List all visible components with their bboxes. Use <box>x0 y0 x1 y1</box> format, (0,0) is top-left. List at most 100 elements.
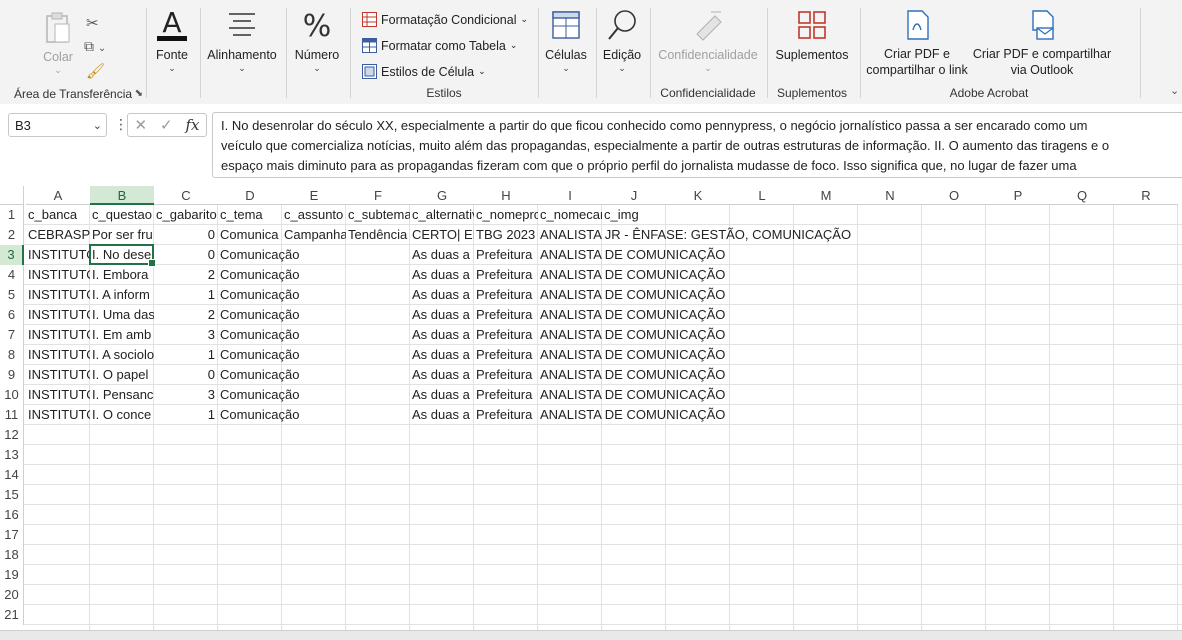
cell-b1[interactable]: c_questao <box>90 205 154 225</box>
column-header-c[interactable]: C <box>154 186 218 205</box>
dialog-launcher-icon[interactable]: ⬊ <box>135 88 143 99</box>
cell-i5[interactable]: ANALISTA DE COMUNICAÇÃO <box>538 285 1178 305</box>
cell-styles-button[interactable]: Estilos de Célula ⌄ <box>362 64 486 79</box>
cell-g4[interactable]: As duas a <box>410 265 474 285</box>
cell-c4[interactable]: 2 <box>154 265 218 285</box>
column-header-d[interactable]: D <box>218 186 282 205</box>
format-as-table-button[interactable]: Formatar como Tabela ⌄ <box>362 38 517 53</box>
cell-h6[interactable]: Prefeitura <box>474 305 538 325</box>
cell-c2[interactable]: 0 <box>154 225 218 245</box>
format-painter-icon[interactable]: 🖌 <box>86 62 105 80</box>
cell-i9[interactable]: ANALISTA DE COMUNICAÇÃO <box>538 365 1178 385</box>
cell-b8[interactable]: I. A sociolo <box>90 345 154 365</box>
cell-h1[interactable]: c_nomeprova <box>474 205 538 225</box>
column-header-g[interactable]: G <box>410 186 474 205</box>
row-header-14[interactable]: 14 <box>0 465 24 485</box>
column-header-b[interactable]: B <box>90 186 154 205</box>
column-header-p[interactable]: P <box>986 186 1050 205</box>
cell-d2[interactable]: Comunica <box>218 225 282 245</box>
select-all-button[interactable] <box>0 186 24 205</box>
active-cell-selection[interactable] <box>89 244 156 267</box>
cut-icon[interactable]: ✂ <box>86 14 99 32</box>
cell-a6[interactable]: INSTITUTO <box>26 305 90 325</box>
cell-g2[interactable]: CERTO| ERRADO <box>410 225 474 245</box>
cell-g7[interactable]: As duas a <box>410 325 474 345</box>
cell-b7[interactable]: I. Em amb <box>90 325 154 345</box>
cell-a9[interactable]: INSTITUTO <box>26 365 90 385</box>
chevron-down-icon[interactable]: ⌄ <box>93 114 102 138</box>
cell-g10[interactable]: As duas a <box>410 385 474 405</box>
cell-c6[interactable]: 2 <box>154 305 218 325</box>
cell-c11[interactable]: 1 <box>154 405 218 425</box>
cell-d1[interactable]: c_tema <box>218 205 282 225</box>
row-header-2[interactable]: 2 <box>0 225 24 245</box>
cell-a7[interactable]: INSTITUTO <box>26 325 90 345</box>
cell-f2[interactable]: Tendência <box>346 225 410 245</box>
cell-g11[interactable]: As duas a <box>410 405 474 425</box>
cell-b10[interactable]: I. Pensanc <box>90 385 154 405</box>
row-header-10[interactable]: 10 <box>0 385 24 405</box>
cell-i6[interactable]: ANALISTA DE COMUNICAÇÃO <box>538 305 1178 325</box>
sensitivity-button[interactable]: Confidencialidade ⌄ <box>656 8 760 74</box>
cell-d4[interactable]: Comunicação <box>218 265 410 285</box>
addins-button[interactable]: Suplementos <box>772 8 852 62</box>
cell-a5[interactable]: INSTITUTO <box>26 285 90 305</box>
cell-d11[interactable]: Comunicação <box>218 405 410 425</box>
cell-g6[interactable]: As duas a <box>410 305 474 325</box>
cell-i1[interactable]: c_nomecargo <box>538 205 602 225</box>
cell-c5[interactable]: 1 <box>154 285 218 305</box>
more-options-icon[interactable]: ⋮ <box>114 116 128 133</box>
column-header-r[interactable]: R <box>1114 186 1178 205</box>
editing-button[interactable]: Edição ⌄ <box>600 8 644 74</box>
cell-j1[interactable]: c_img <box>602 205 1178 225</box>
row-header-21[interactable]: 21 <box>0 605 24 625</box>
cell-d3[interactable]: Comunicação <box>218 245 410 265</box>
column-header-a[interactable]: A <box>26 186 90 205</box>
column-header-h[interactable]: H <box>474 186 538 205</box>
cell-g8[interactable]: As duas a <box>410 345 474 365</box>
row-header-7[interactable]: 7 <box>0 325 24 345</box>
insert-function-button[interactable]: fx <box>186 116 200 134</box>
cell-b4[interactable]: I. Embora <box>90 265 154 285</box>
cell-h10[interactable]: Prefeitura <box>474 385 538 405</box>
cell-f1[interactable]: c_subtema <box>346 205 410 225</box>
cell-h2[interactable]: TBG 2023 <box>474 225 538 245</box>
spreadsheet-grid[interactable]: A B C D E F G H I J K L M N O P Q R 1 c_banca c_questao c_gab… <box>0 186 1182 630</box>
cell-b9[interactable]: I. O papel <box>90 365 154 385</box>
column-header-l[interactable]: L <box>730 186 794 205</box>
column-header-f[interactable]: F <box>346 186 410 205</box>
row-header-19[interactable]: 19 <box>0 565 24 585</box>
name-box[interactable]: B3 ⌄ <box>8 113 107 137</box>
cell-a3[interactable]: INSTITUTO <box>26 245 90 265</box>
row-header-12[interactable]: 12 <box>0 425 24 445</box>
cell-d6[interactable]: Comunicação <box>218 305 410 325</box>
alignment-button[interactable]: Alinhamento ⌄ <box>206 8 278 74</box>
cell-c9[interactable]: 0 <box>154 365 218 385</box>
cell-h11[interactable]: Prefeitura <box>474 405 538 425</box>
paste-button[interactable]: Colar ⌄ <box>38 10 78 76</box>
cell-a11[interactable]: INSTITUTO <box>26 405 90 425</box>
cell-b5[interactable]: I. A inform <box>90 285 154 305</box>
cell-e2[interactable]: Campanha <box>282 225 346 245</box>
row-header-6[interactable]: 6 <box>0 305 24 325</box>
column-header-n[interactable]: N <box>858 186 922 205</box>
cell-d7[interactable]: Comunicação <box>218 325 410 345</box>
cell-i2[interactable]: ANALISTA JR - ÊNFASE: GESTÃO, COMUNICAÇÃ… <box>538 225 1178 245</box>
cells-button[interactable]: Células ⌄ <box>542 8 590 74</box>
cell-d5[interactable]: Comunicação <box>218 285 410 305</box>
row-header-17[interactable]: 17 <box>0 525 24 545</box>
cell-h4[interactable]: Prefeitura <box>474 265 538 285</box>
cell-i7[interactable]: ANALISTA DE COMUNICAÇÃO <box>538 325 1178 345</box>
cell-h3[interactable]: Prefeitura <box>474 245 538 265</box>
row-header-15[interactable]: 15 <box>0 485 24 505</box>
row-header-20[interactable]: 20 <box>0 585 24 605</box>
row-header-9[interactable]: 9 <box>0 365 24 385</box>
row-header-16[interactable]: 16 <box>0 505 24 525</box>
cell-i8[interactable]: ANALISTA DE COMUNICAÇÃO <box>538 345 1178 365</box>
cell-c1[interactable]: c_gabarito <box>154 205 218 225</box>
row-header-4[interactable]: 4 <box>0 265 24 285</box>
conditional-formatting-button[interactable]: Formatação Condicional ⌄ <box>362 12 528 27</box>
create-pdf-outlook-button[interactable]: Criar PDF e compartilhar via Outlook <box>970 8 1114 78</box>
cell-i11[interactable]: ANALISTA DE COMUNICAÇÃO <box>538 405 1178 425</box>
copy-icon[interactable]: ⧉ ⌄ <box>84 38 106 55</box>
